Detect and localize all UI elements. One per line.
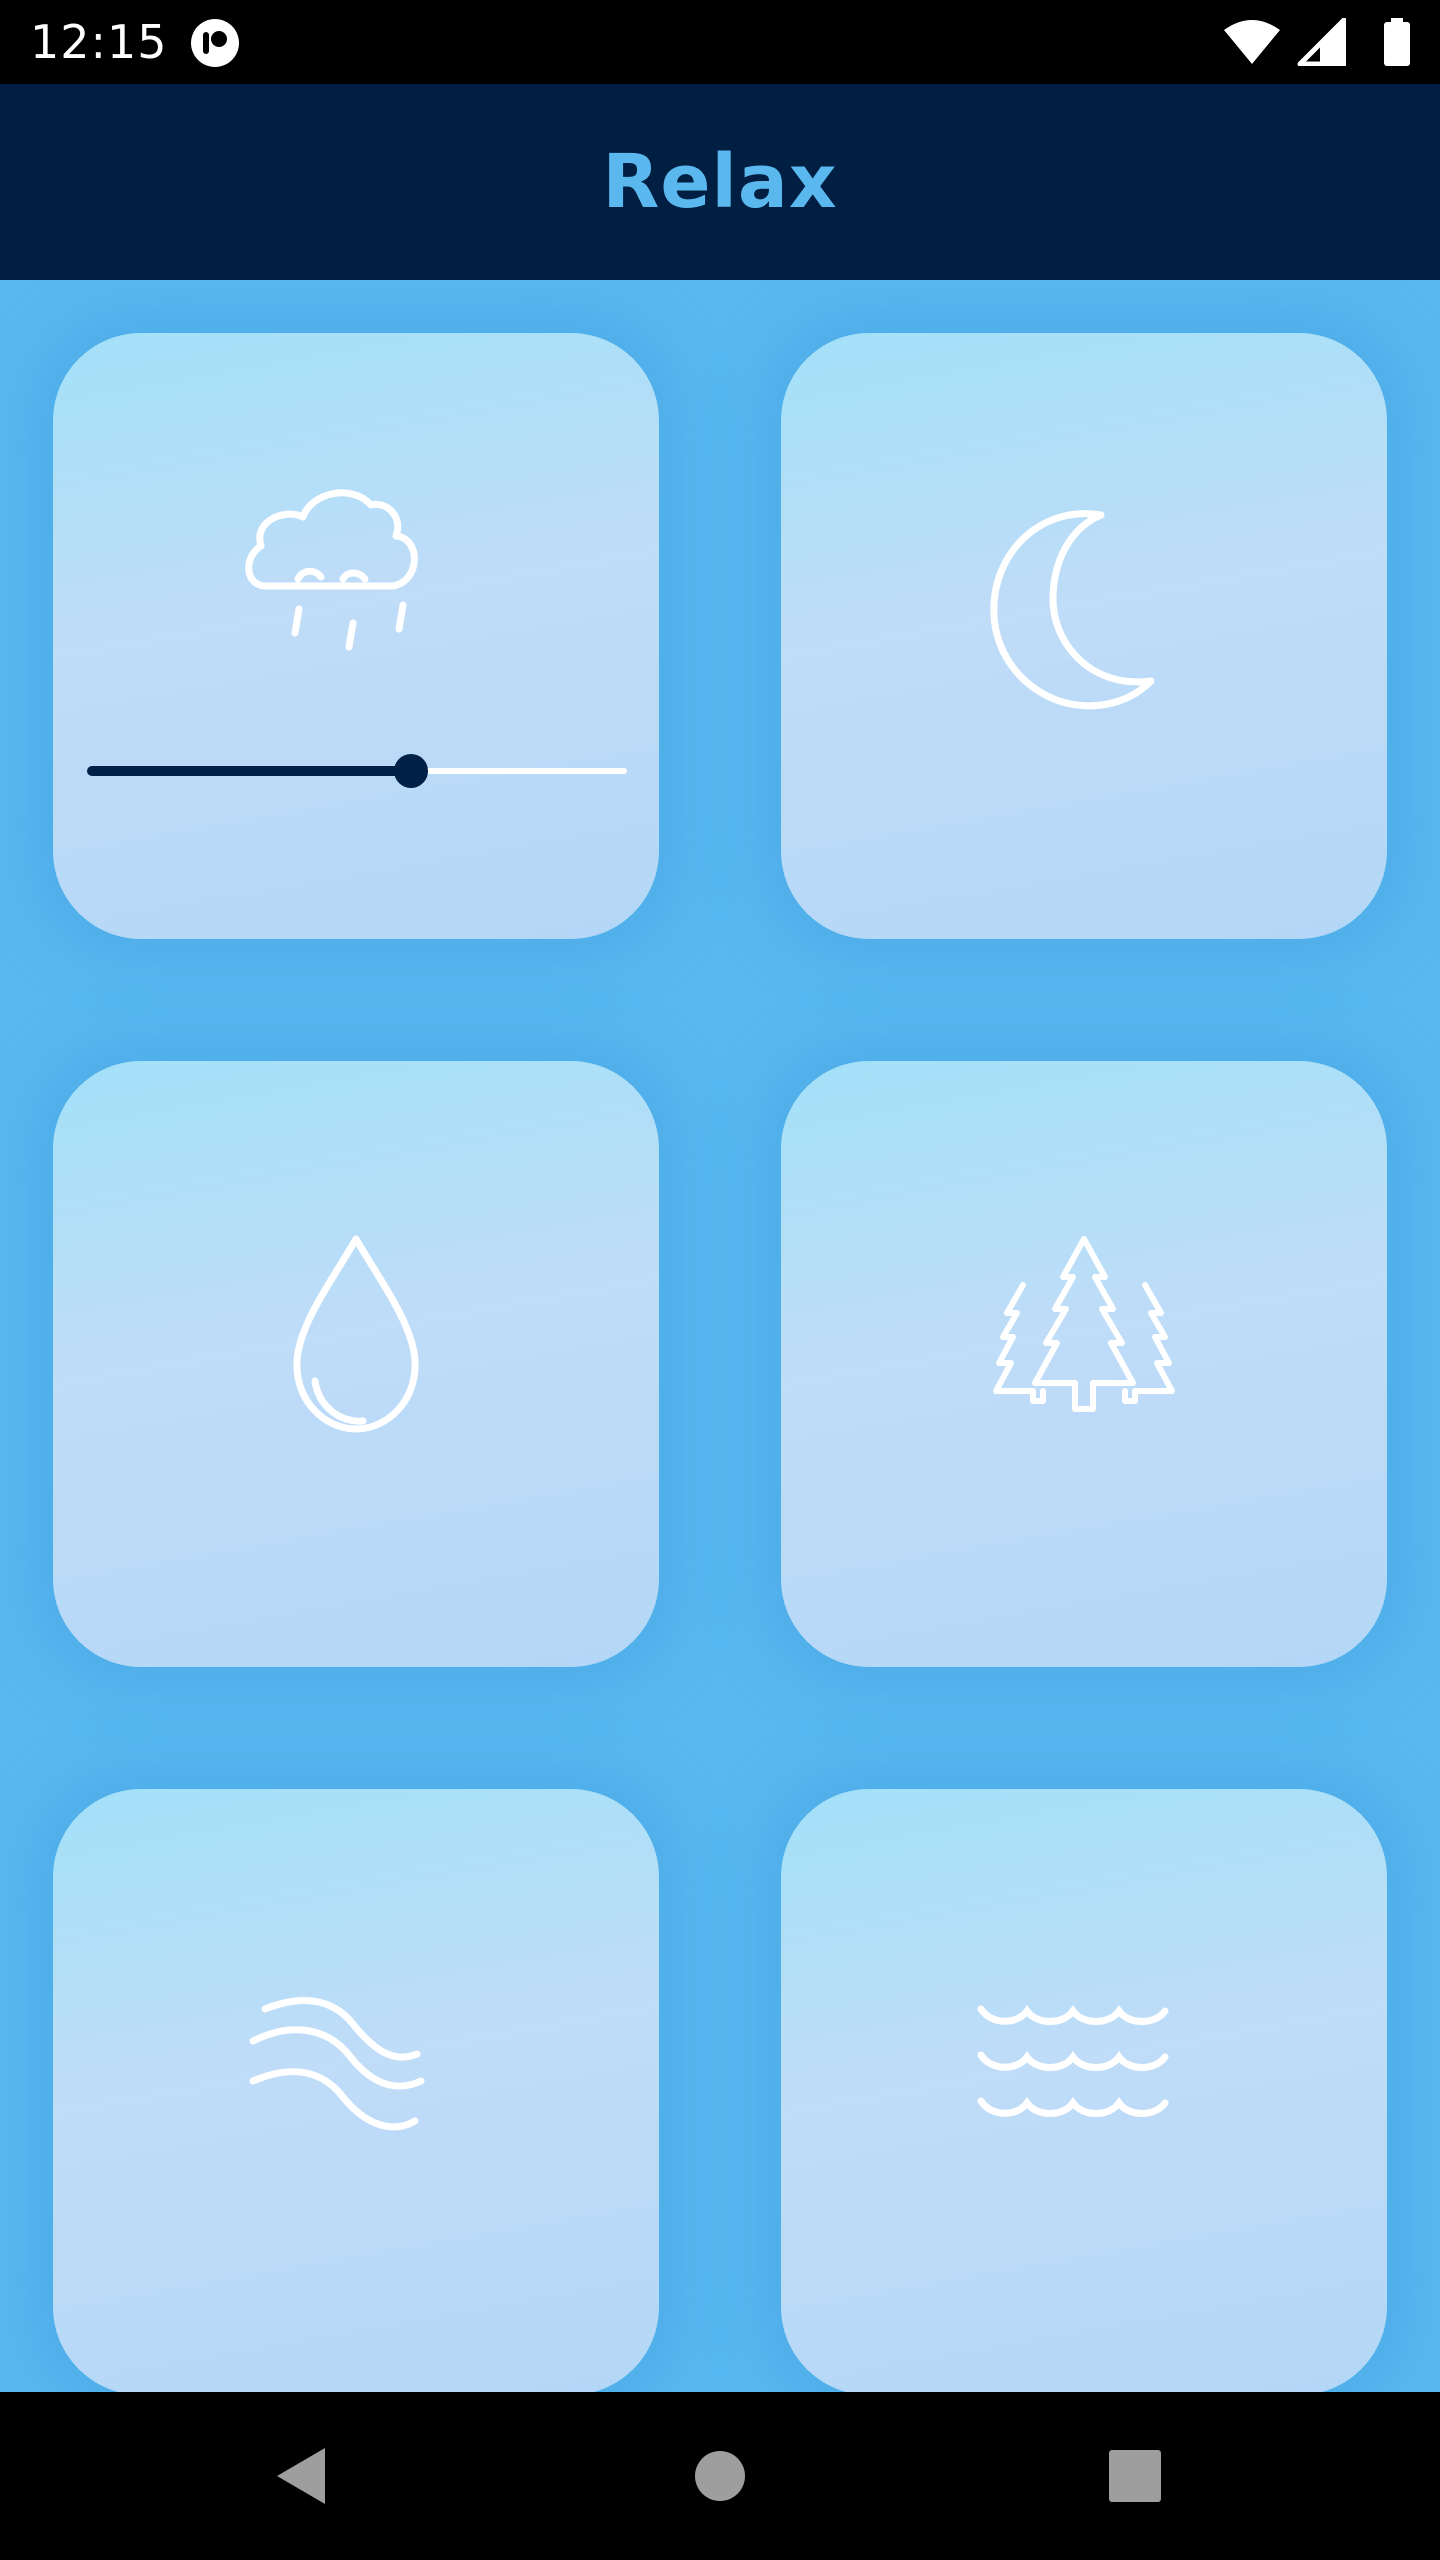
status-time: 12:15 xyxy=(30,15,168,69)
app-notification-icon xyxy=(191,19,239,67)
page-title: Relax xyxy=(602,139,838,225)
tile-wind[interactable] xyxy=(53,1789,659,2392)
tile-night[interactable] xyxy=(781,333,1387,939)
tile-rain[interactable] xyxy=(53,333,659,939)
recents-icon[interactable] xyxy=(1085,2426,1185,2526)
tile-waves[interactable] xyxy=(781,1789,1387,2392)
app-bar: Relax xyxy=(0,84,1440,280)
back-icon[interactable] xyxy=(251,2426,351,2526)
battery-icon xyxy=(1384,18,1410,66)
navigation-bar xyxy=(0,2392,1440,2560)
wind-icon xyxy=(249,1997,425,2131)
crescent-moon-icon xyxy=(990,510,1155,710)
wifi-icon xyxy=(1224,20,1280,64)
status-bar: 12:15 xyxy=(0,0,1440,84)
slider-track-active xyxy=(87,766,411,776)
tile-water-drop[interactable] xyxy=(53,1061,659,1667)
tile-forest[interactable] xyxy=(781,1061,1387,1667)
home-icon[interactable] xyxy=(670,2426,770,2526)
waves-icon xyxy=(977,2004,1169,2117)
slider-thumb[interactable] xyxy=(394,754,428,788)
volume-slider[interactable] xyxy=(87,741,627,801)
cellular-signal-icon xyxy=(1297,18,1346,66)
sound-grid[interactable] xyxy=(0,280,1440,2392)
pine-trees-icon xyxy=(993,1236,1175,1412)
cloud-rain-icon xyxy=(245,489,418,651)
water-drop-icon xyxy=(293,1235,419,1433)
